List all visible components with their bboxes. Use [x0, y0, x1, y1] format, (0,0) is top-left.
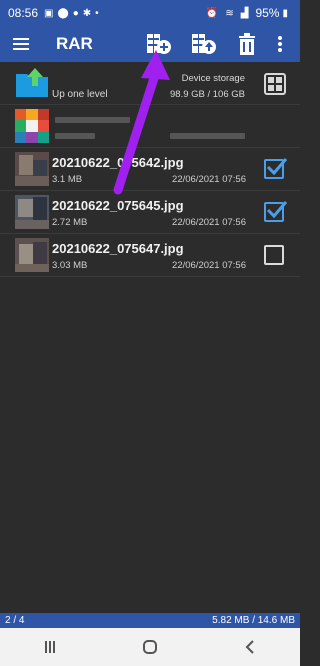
- battery-icon: ▮: [282, 7, 288, 19]
- recent-apps-button[interactable]: [30, 632, 70, 662]
- recent-apps-icon: [45, 641, 55, 653]
- more-options-icon: [278, 36, 282, 52]
- hamburger-icon: [13, 38, 29, 50]
- blurred-text: [170, 133, 245, 139]
- selection-size: 5.82 MB / 14.6 MB: [212, 615, 295, 626]
- device-storage-size: 98.9 GB / 106 GB: [170, 89, 245, 100]
- up-one-level-label: Up one level: [52, 89, 108, 100]
- file-checkbox[interactable]: [264, 201, 288, 222]
- blurred-text: [55, 117, 130, 123]
- file-date: 22/06/2021 07:56: [172, 217, 246, 228]
- checkmark-icon: [266, 201, 288, 219]
- file-name: 20210622_075642.jpg: [52, 155, 184, 170]
- selection-status-bar: 2 / 4 5.82 MB / 14.6 MB: [0, 613, 300, 628]
- image-thumbnail: [15, 238, 49, 272]
- file-name: 20210622_075645.jpg: [52, 198, 184, 213]
- gear-icon: ✱: [82, 7, 92, 19]
- delete-icon: [239, 33, 255, 55]
- device-storage-label: Device storage: [181, 73, 245, 84]
- extract-button[interactable]: [190, 30, 218, 58]
- folder-up-icon: [16, 68, 48, 97]
- alarm-icon: ⏰: [205, 7, 219, 19]
- add-to-archive-icon: [147, 34, 171, 54]
- back-button[interactable]: [230, 632, 270, 662]
- file-date: 22/06/2021 07:56: [172, 174, 246, 185]
- battery-percent: 95%: [255, 6, 280, 20]
- dot-icon: •: [95, 7, 99, 19]
- file-checkbox[interactable]: [264, 245, 284, 265]
- pixelated-thumbnail: [15, 109, 49, 143]
- file-checkbox[interactable]: [264, 158, 288, 179]
- status-time: 08:56: [8, 6, 39, 20]
- app-title: RAR: [56, 34, 93, 53]
- hamburger-menu-button[interactable]: [0, 26, 42, 62]
- more-options-button[interactable]: [270, 30, 290, 58]
- delete-button[interactable]: [233, 30, 261, 58]
- selection-count: 2 / 4: [5, 615, 25, 626]
- file-size: 2.72 MB: [52, 217, 88, 228]
- status-bar: 08:56 ▣ ⬤ ● ✱ • ⏰ ≋ ▟ 95% ▮: [0, 0, 300, 26]
- file-row[interactable]: 20210622_075642.jpg 3.1 MB 22/06/2021 07…: [0, 148, 300, 191]
- signal-icon: ▟: [240, 7, 249, 19]
- toolbar: RAR: [0, 26, 300, 62]
- grid-view-icon: [268, 77, 274, 83]
- file-row[interactable]: 20210622_075647.jpg 3.03 MB 22/06/2021 0…: [0, 234, 300, 277]
- file-size: 3.1 MB: [52, 174, 83, 185]
- home-button[interactable]: [130, 632, 170, 662]
- checkmark-icon: [266, 158, 288, 176]
- file-size: 3.03 MB: [52, 260, 88, 271]
- extract-icon: [192, 34, 216, 54]
- bulb-icon: ●: [72, 7, 79, 19]
- blurred-item-row[interactable]: [0, 105, 300, 148]
- wifi-icon: ≋: [225, 7, 234, 19]
- back-icon: [245, 640, 254, 654]
- image-thumbnail: [15, 195, 49, 229]
- image-icon: ▣: [44, 7, 54, 19]
- pin-icon: ⬤: [57, 7, 69, 19]
- up-one-level-row[interactable]: Up one level Device storage 98.9 GB / 10…: [0, 62, 300, 105]
- home-icon: [143, 640, 157, 654]
- add-to-archive-button[interactable]: [145, 30, 173, 58]
- blurred-text: [55, 133, 95, 139]
- file-name: 20210622_075647.jpg: [52, 241, 184, 256]
- system-nav-bar: [0, 628, 300, 666]
- file-list: Up one level Device storage 98.9 GB / 10…: [0, 62, 300, 277]
- file-date: 22/06/2021 07:56: [172, 260, 246, 271]
- grid-view-button[interactable]: [264, 73, 286, 95]
- file-row[interactable]: 20210622_075645.jpg 2.72 MB 22/06/2021 0…: [0, 191, 300, 234]
- image-thumbnail: [15, 152, 49, 186]
